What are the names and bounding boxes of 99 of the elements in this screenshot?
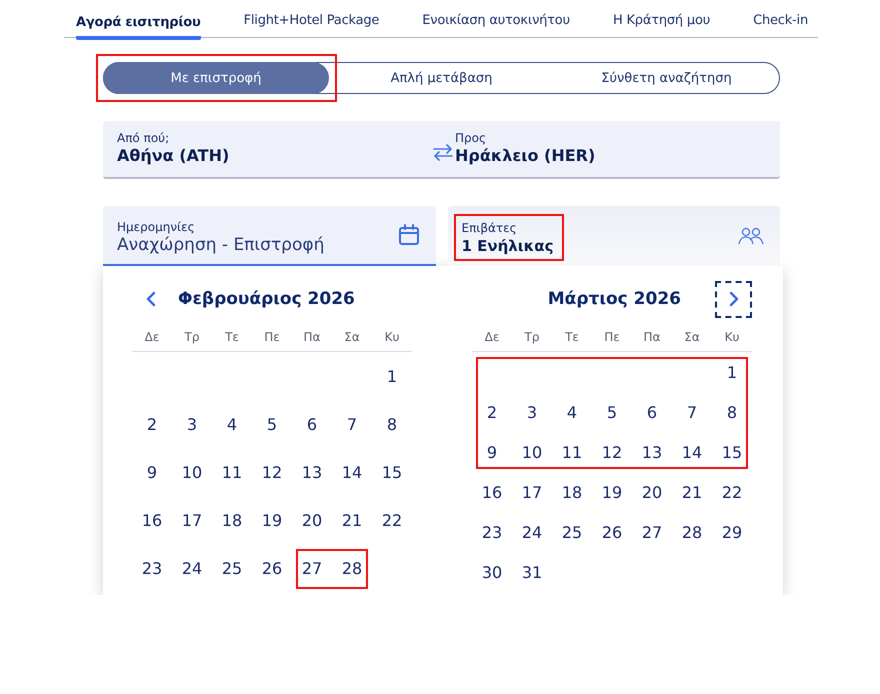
calendar-icon	[398, 224, 420, 246]
field-label: Επιβάτες	[462, 220, 517, 236]
calendar-day[interactable]: 16	[132, 496, 172, 544]
nav-tab[interactable]: Ενοικίαση αυτοκινήτου	[422, 0, 570, 37]
calendar-day[interactable]: 10	[512, 432, 552, 472]
calendar-day[interactable]: 5	[592, 392, 632, 432]
calendar-day[interactable]: 10	[172, 448, 212, 496]
field-value[interactable]: Ηράκλειο (HER)	[455, 146, 596, 166]
swap-icon	[432, 143, 454, 161]
calendar-day[interactable]: 15	[372, 448, 412, 496]
nav-tab[interactable]: Flight+Hotel Package	[244, 0, 380, 37]
weekday-label: Κυ	[384, 330, 400, 344]
calendar-day[interactable]: 11	[212, 448, 252, 496]
calendar-day[interactable]: 8	[372, 400, 412, 448]
weekday-label: Πε	[263, 330, 281, 344]
trip-type-option[interactable]: Σύνθετη αναζήτηση	[554, 63, 779, 93]
trip-type-option[interactable]: Με επιστροφή	[103, 62, 329, 94]
calendar-day[interactable]: 7	[672, 392, 712, 432]
calendar-day[interactable]: 28	[672, 512, 712, 552]
calendar-day[interactable]: 13	[632, 432, 672, 472]
chevron-left-icon	[146, 291, 156, 307]
weekday-label: Κυ	[724, 330, 740, 344]
calendar-day[interactable]: 3	[172, 400, 212, 448]
weekday-label: Δε	[484, 330, 500, 344]
calendar-day[interactable]: 1	[712, 352, 752, 392]
calendar-day[interactable]: 14	[672, 432, 712, 472]
calendar-day[interactable]: 11	[552, 432, 592, 472]
calendar-day[interactable]: 20	[292, 496, 332, 544]
calendar-day[interactable]: 27	[632, 512, 672, 552]
next-month-button[interactable]	[715, 280, 752, 318]
weekday-label: Σα	[683, 330, 701, 344]
weekday-label: Πα	[302, 330, 322, 344]
calendar-day[interactable]: 15	[712, 432, 752, 472]
calendar-day[interactable]: 22	[712, 472, 752, 512]
calendar-day[interactable]: 21	[332, 496, 372, 544]
calendar-day[interactable]: 27	[292, 544, 332, 592]
calendar-day[interactable]: 2	[132, 400, 172, 448]
calendar-day[interactable]: 20	[632, 472, 672, 512]
calendar-day[interactable]: 12	[252, 448, 292, 496]
calendar-day[interactable]: 17	[512, 472, 552, 512]
calendar-day[interactable]: 14	[332, 448, 372, 496]
calendar-day[interactable]: 17	[172, 496, 212, 544]
calendar-day[interactable]: 21	[672, 472, 712, 512]
calendar-day[interactable]: 19	[592, 472, 632, 512]
people-icon	[738, 226, 764, 246]
calendar-day[interactable]: 8	[712, 392, 752, 432]
calendar-day[interactable]: 22	[372, 496, 412, 544]
field-label: Ημερομηνίες	[117, 220, 195, 234]
calendar-day[interactable]: 18	[212, 496, 252, 544]
nav-tab[interactable]: Check-in	[753, 0, 808, 37]
calendar-day[interactable]: 18	[552, 472, 592, 512]
calendar-day[interactable]: 5	[252, 400, 292, 448]
nav-tab[interactable]: Αγορά εισιτηρίου	[76, 0, 201, 40]
dates-field[interactable]: Ημερομηνίες Αναχώρηση - Επιστροφή	[103, 206, 436, 266]
nav-tab[interactable]: Η Κράτησή μου	[612, 0, 710, 37]
passengers-field[interactable]: Επιβάτες 1 Ενήλικας	[448, 206, 780, 266]
calendar-day[interactable]: 3	[512, 392, 552, 432]
calendar-day[interactable]: 4	[552, 392, 592, 432]
weekday-label: Σα	[343, 330, 361, 344]
calendar-day[interactable]: 30	[472, 552, 512, 592]
calendar-day[interactable]: 7	[332, 400, 372, 448]
calendar-day[interactable]: 28	[332, 544, 372, 592]
field-label: Από πού;	[117, 131, 170, 146]
calendar-day[interactable]: 25	[212, 544, 252, 592]
calendar-day[interactable]: 26	[592, 512, 632, 552]
trip-type-option[interactable]: Απλή μετάβαση	[329, 63, 554, 93]
weekday-label: Πα	[642, 330, 662, 344]
calendar-day[interactable]: 6	[292, 400, 332, 448]
calendar-day[interactable]: 23	[472, 512, 512, 552]
calendar-day[interactable]: 9	[132, 448, 172, 496]
weekday-label: Τρ	[524, 330, 540, 344]
calendar-day[interactable]: 16	[472, 472, 512, 512]
weekday-label: Τε	[564, 330, 580, 344]
calendar-day[interactable]: 19	[252, 496, 292, 544]
weekday-label: Δε	[144, 330, 160, 344]
field-label: Προς	[455, 131, 486, 146]
calendar-day[interactable]: 6	[632, 392, 672, 432]
weekday-label: Τε	[224, 330, 240, 344]
month-title: Φεβρουάριος 2026	[178, 289, 355, 309]
calendar-day[interactable]: 26	[252, 544, 292, 592]
chevron-right-icon	[728, 291, 738, 307]
calendar-day[interactable]: 1	[372, 352, 412, 400]
calendar-day[interactable]: 25	[552, 512, 592, 552]
calendar-day[interactable]: 31	[512, 552, 552, 592]
calendar-day[interactable]: 24	[512, 512, 552, 552]
month-title: Μάρτιος 2026	[548, 289, 681, 309]
calendar-day[interactable]: 2	[472, 392, 512, 432]
calendar-day[interactable]: 13	[292, 448, 332, 496]
weekday-label: Πε	[603, 330, 621, 344]
field-value: 1 Ενήλικας	[462, 236, 554, 256]
weekday-label: Τρ	[184, 330, 200, 344]
calendar-day[interactable]: 12	[592, 432, 632, 472]
field-value[interactable]: Αθήνα (ATH)	[117, 146, 230, 166]
calendar-day[interactable]: 24	[172, 544, 212, 592]
calendar-day[interactable]: 4	[212, 400, 252, 448]
calendar-day[interactable]: 9	[472, 432, 512, 472]
calendar-day[interactable]: 29	[712, 512, 752, 552]
field-value: Αναχώρηση - Επιστροφή	[117, 234, 324, 254]
calendar-day[interactable]: 23	[132, 544, 172, 592]
